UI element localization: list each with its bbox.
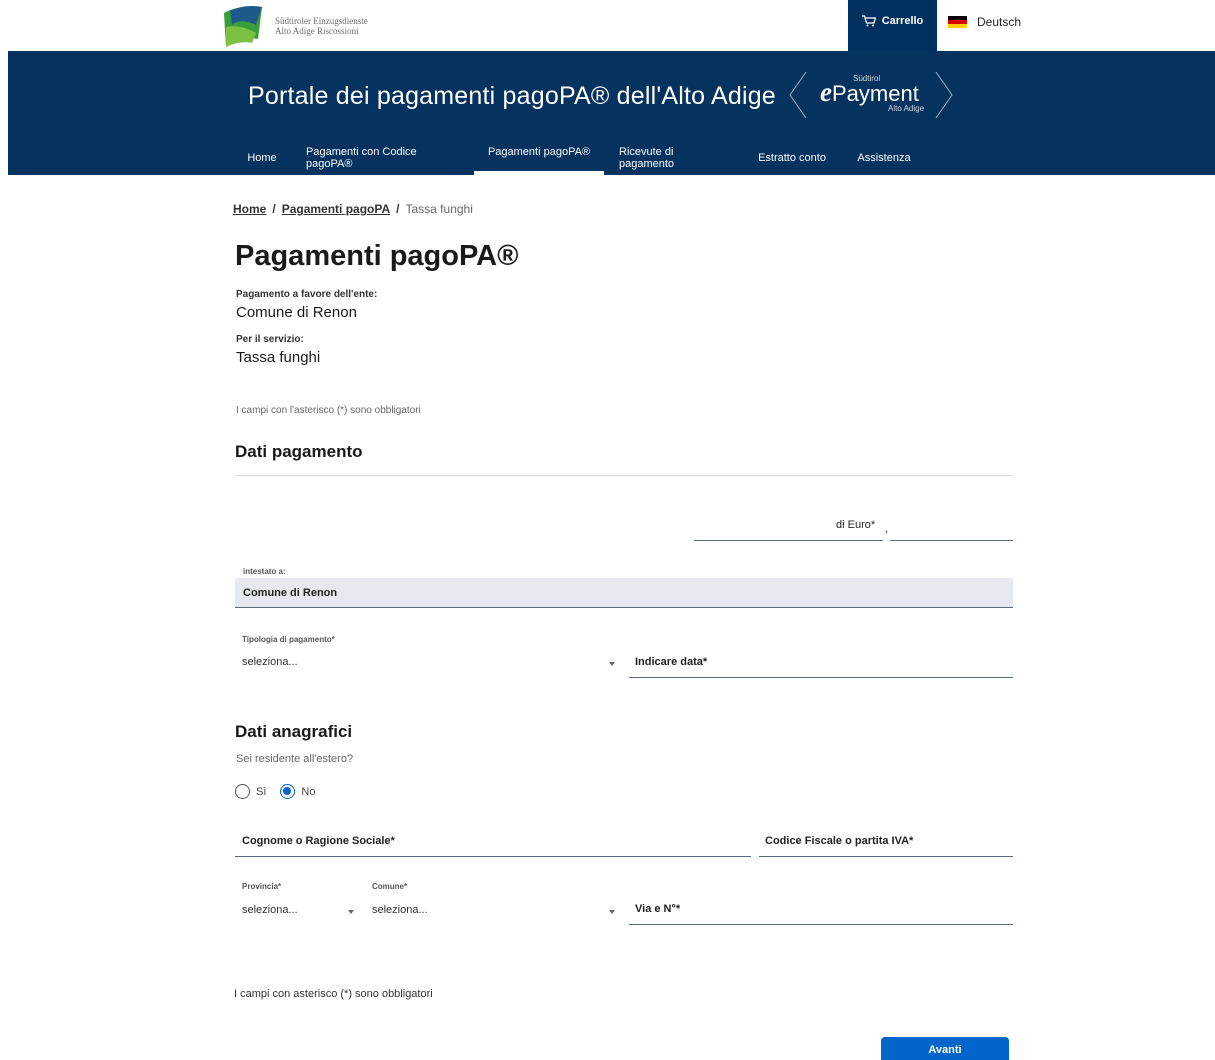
breadcrumb-section[interactable]: Pagamenti pagoPA (282, 202, 390, 216)
nav-estratto-conto[interactable]: Estratto conto (754, 140, 830, 175)
chevron-down-icon (609, 910, 615, 914)
german-flag-icon (948, 15, 967, 29)
euro-label: di Euro* (836, 519, 876, 531)
breadcrumb-home[interactable]: Home (233, 202, 266, 216)
nav-pagamenti-codice[interactable]: Pagamenti con Codice pagoPA® (306, 140, 464, 175)
avanti-button[interactable]: Avanti (881, 1037, 1009, 1060)
required-note: I campi con l'asterisco (*) sono obbliga… (236, 405, 421, 416)
logo-icon (224, 6, 262, 47)
nav-label: Assistenza (857, 151, 911, 164)
intestato-value: Comune di Renon (243, 587, 338, 599)
tipologia-label: Tipologia di pagamento* (242, 635, 335, 644)
nav-pagamenti-pagopa[interactable]: Pagamenti pagoPA® (474, 140, 604, 175)
language-label: Deutsch (977, 15, 1022, 29)
section-divider (235, 475, 1013, 476)
cf-underline (759, 856, 1013, 857)
nav-label: Ricevute di pagamento (619, 145, 675, 170)
language-switch[interactable]: Deutsch (948, 14, 1021, 30)
radio-no-label: No (301, 785, 316, 798)
breadcrumb: Home / Pagamenti pagoPA / Tassa funghi (233, 202, 473, 216)
cognome-label: Cognome o Ragione Sociale* (242, 835, 395, 847)
top-bar: Südtiroler Einzugsdienste Alto Adige Ris… (0, 0, 1215, 51)
epayment-e: e (820, 77, 832, 107)
epayment-word: Payment (831, 81, 919, 106)
section-dati-anagrafici: Dati anagrafici (235, 722, 353, 741)
cart-button[interactable]: Carrello (848, 0, 937, 51)
intestato-field: Comune di Renon (235, 578, 1013, 608)
nav-active-indicator (474, 171, 604, 175)
residente-question: Sei residente all'estero? (236, 753, 354, 765)
cf-label: Codice Fiscale o partita IVA* (765, 835, 914, 847)
nav-label: Pagamenti con Codice pagoPA® (306, 145, 417, 170)
servizio-value: Tassa funghi (236, 349, 321, 366)
breadcrumb-separator: / (272, 202, 276, 216)
cognome-underline (235, 856, 751, 857)
data-underline (629, 677, 1013, 678)
nav-label: Home (247, 151, 277, 164)
residente-radio-group: Sì No (235, 784, 315, 799)
via-underline (629, 924, 1013, 925)
main-nav: Home Pagamenti con Codice pagoPA® Pagame… (8, 140, 1215, 175)
nav-home[interactable]: Home (240, 140, 284, 175)
cents-separator: , (885, 523, 889, 535)
euro-underline (694, 540, 883, 541)
logo-line-1: Südtiroler Einzugsdienste (275, 16, 368, 26)
epayment-bottom-label: Alto Adige (888, 104, 925, 113)
logo-line-2: Alto Adige Riscossioni (275, 26, 359, 36)
logo-text: Südtiroler Einzugsdienste Alto Adige Ris… (275, 16, 368, 36)
via-label: Via e N°* (635, 903, 681, 915)
provincia-label: Provincia* (242, 882, 282, 891)
cents-underline (890, 540, 1013, 541)
cart-label: Carrello (881, 14, 924, 27)
radio-si[interactable] (235, 784, 250, 799)
servizio-label: Per il servizio: (236, 334, 304, 345)
breadcrumb-separator: / (396, 202, 400, 216)
chevron-down-icon (348, 910, 354, 914)
tipologia-value: seleziona... (242, 656, 298, 668)
chevron-down-icon (609, 662, 615, 666)
footer-required-note: I campi con asterisco (*) sono obbligato… (234, 988, 433, 1000)
ente-label: Pagamento a favore dell'ente: (236, 289, 378, 300)
nav-ricevute[interactable]: Ricevute di pagamento (619, 140, 729, 175)
nav-active-tab: Pagamenti pagoPA® (474, 140, 604, 171)
nav-assistenza[interactable]: Assistenza (853, 140, 915, 175)
nav-label: Estratto conto (758, 151, 826, 164)
section-dati-pagamento: Dati pagamento (235, 442, 363, 461)
provincia-value: seleziona... (242, 904, 298, 916)
data-label: Indicare data* (635, 656, 708, 668)
portal-title: Portale dei pagamenti pagoPA® dell'Alto … (248, 82, 776, 110)
intestato-label: intestato a: (243, 567, 286, 576)
radio-no[interactable] (280, 784, 296, 799)
page-title: Pagamenti pagoPA® (235, 240, 519, 272)
comune-value: seleziona... (372, 904, 428, 916)
nav-label: Pagamenti pagoPA® (487, 146, 591, 158)
ente-value: Comune di Renon (236, 304, 357, 321)
breadcrumb-current: Tassa funghi (405, 202, 473, 216)
cart-icon (861, 14, 876, 26)
comune-label: Comune* (372, 882, 408, 891)
radio-si-label: Sì (256, 785, 267, 798)
